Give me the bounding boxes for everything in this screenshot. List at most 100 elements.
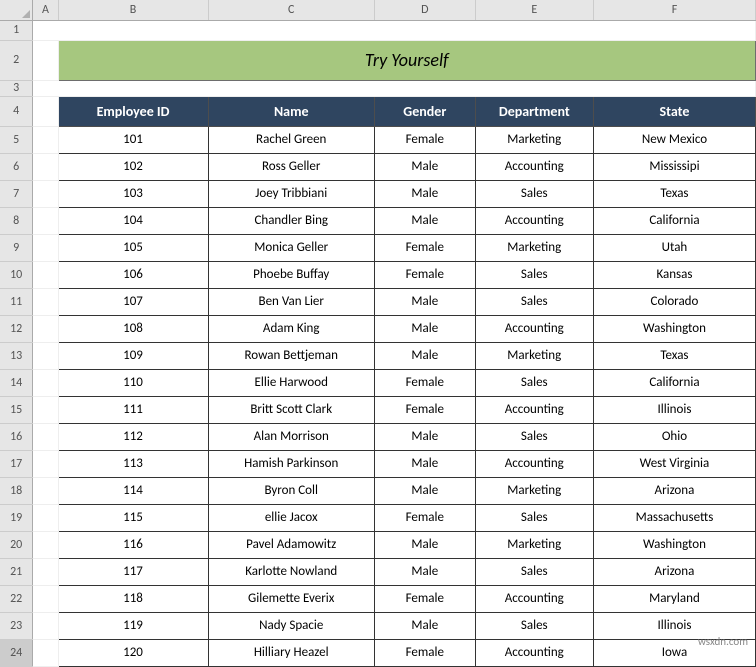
cell-dept[interactable]: Sales — [475, 369, 593, 396]
cell-state[interactable]: Colorado — [593, 288, 755, 315]
cell[interactable] — [33, 423, 58, 450]
cell-name[interactable]: Byron Coll — [208, 477, 374, 504]
cell-id[interactable]: 119 — [58, 612, 208, 639]
cell-dept[interactable]: Sales — [475, 423, 593, 450]
cell-id[interactable]: 113 — [58, 450, 208, 477]
cell-dept[interactable]: Sales — [475, 612, 593, 639]
cell-dept[interactable]: Sales — [475, 180, 593, 207]
cell-id[interactable]: 120 — [58, 639, 208, 666]
cell-id[interactable]: 106 — [58, 261, 208, 288]
row-header[interactable]: 8 — [0, 207, 33, 234]
row-header[interactable]: 17 — [0, 450, 33, 477]
cell-name[interactable]: Rachel Green — [208, 126, 374, 153]
cell[interactable] — [33, 585, 58, 612]
cell-name[interactable]: Alan Morrison — [208, 423, 374, 450]
header-gender[interactable]: Gender — [374, 96, 475, 126]
cell-id[interactable]: 104 — [58, 207, 208, 234]
row-header[interactable]: 9 — [0, 234, 33, 261]
cell-id[interactable]: 105 — [58, 234, 208, 261]
cell-dept[interactable]: Accounting — [475, 396, 593, 423]
cell-dept[interactable]: Accounting — [475, 207, 593, 234]
cell-dept[interactable]: Accounting — [475, 450, 593, 477]
header-name[interactable]: Name — [208, 96, 374, 126]
cell[interactable] — [33, 153, 58, 180]
col-header-C[interactable]: C — [208, 0, 374, 20]
cell[interactable] — [33, 504, 58, 531]
cell-dept[interactable]: Marketing — [475, 126, 593, 153]
cell-state[interactable]: West Virginia — [593, 450, 755, 477]
row-header[interactable]: 16 — [0, 423, 33, 450]
cell-id[interactable]: 112 — [58, 423, 208, 450]
cell-id[interactable]: 115 — [58, 504, 208, 531]
cell-state[interactable]: Washington — [593, 315, 755, 342]
title-cell[interactable]: Try Yourself — [58, 40, 755, 80]
cell-state[interactable]: Washington — [593, 531, 755, 558]
cell-name[interactable]: Chandler Bing — [208, 207, 374, 234]
cell-name[interactable]: Gilemette Everix — [208, 585, 374, 612]
cell[interactable] — [33, 639, 58, 666]
row-header[interactable]: 15 — [0, 396, 33, 423]
cell-dept[interactable]: Marketing — [475, 477, 593, 504]
cell-id[interactable]: 103 — [58, 180, 208, 207]
cell-name[interactable]: Ross Geller — [208, 153, 374, 180]
cell[interactable] — [33, 96, 58, 126]
row-header[interactable]: 18 — [0, 477, 33, 504]
cell-dept[interactable]: Marketing — [475, 531, 593, 558]
cell[interactable] — [33, 558, 58, 585]
cell[interactable] — [33, 531, 58, 558]
cell-state[interactable]: Ohio — [593, 423, 755, 450]
cell[interactable] — [33, 207, 58, 234]
cell-state[interactable]: Texas — [593, 342, 755, 369]
cell-name[interactable]: Karlotte Nowland — [208, 558, 374, 585]
cell-gender[interactable]: Male — [374, 558, 475, 585]
cell-state[interactable]: Illinois — [593, 396, 755, 423]
cell-id[interactable]: 109 — [58, 342, 208, 369]
row-header[interactable]: 20 — [0, 531, 33, 558]
cell-dept[interactable]: Sales — [475, 288, 593, 315]
col-header-A[interactable]: A — [33, 0, 58, 20]
row-header[interactable]: 4 — [0, 96, 33, 126]
cell-name[interactable]: Ben Van Lier — [208, 288, 374, 315]
cell-dept[interactable]: Sales — [475, 558, 593, 585]
cell-gender[interactable]: Female — [374, 639, 475, 666]
cell-gender[interactable]: Female — [374, 369, 475, 396]
cell-gender[interactable]: Male — [374, 207, 475, 234]
cell[interactable] — [33, 180, 58, 207]
cell-name[interactable]: Nady Spacie — [208, 612, 374, 639]
cell-gender[interactable]: Male — [374, 153, 475, 180]
cell-dept[interactable]: Sales — [475, 261, 593, 288]
cell-id[interactable]: 102 — [58, 153, 208, 180]
cell-gender[interactable]: Male — [374, 531, 475, 558]
row-header[interactable]: 22 — [0, 585, 33, 612]
cell-id[interactable]: 118 — [58, 585, 208, 612]
cell[interactable] — [33, 315, 58, 342]
row-header[interactable]: 23 — [0, 612, 33, 639]
row-header[interactable]: 19 — [0, 504, 33, 531]
cell-dept[interactable]: Accounting — [475, 315, 593, 342]
col-header-D[interactable]: D — [374, 0, 475, 20]
cell-gender[interactable]: Male — [374, 315, 475, 342]
cell-id[interactable]: 107 — [58, 288, 208, 315]
cell-state[interactable]: Mississipi — [593, 153, 755, 180]
cell[interactable] — [33, 396, 58, 423]
cell-id[interactable]: 110 — [58, 369, 208, 396]
cell[interactable] — [33, 20, 756, 40]
cell-gender[interactable]: Male — [374, 450, 475, 477]
cell-name[interactable]: Monica Geller — [208, 234, 374, 261]
cell-name[interactable]: Britt Scott Clark — [208, 396, 374, 423]
cell-name[interactable]: Ellie Harwood — [208, 369, 374, 396]
cell[interactable] — [33, 126, 58, 153]
cell-state[interactable]: Maryland — [593, 585, 755, 612]
cell-dept[interactable]: Accounting — [475, 639, 593, 666]
row-header[interactable]: 6 — [0, 153, 33, 180]
cell[interactable] — [33, 288, 58, 315]
cell-name[interactable]: Adam King — [208, 315, 374, 342]
cell-dept[interactable]: Sales — [475, 504, 593, 531]
select-all-cell[interactable] — [0, 0, 33, 20]
cell-dept[interactable]: Marketing — [475, 234, 593, 261]
cell[interactable] — [33, 612, 58, 639]
cell[interactable] — [33, 80, 756, 96]
row-header[interactable]: 10 — [0, 261, 33, 288]
cell-gender[interactable]: Female — [374, 234, 475, 261]
cell-gender[interactable]: Male — [374, 477, 475, 504]
